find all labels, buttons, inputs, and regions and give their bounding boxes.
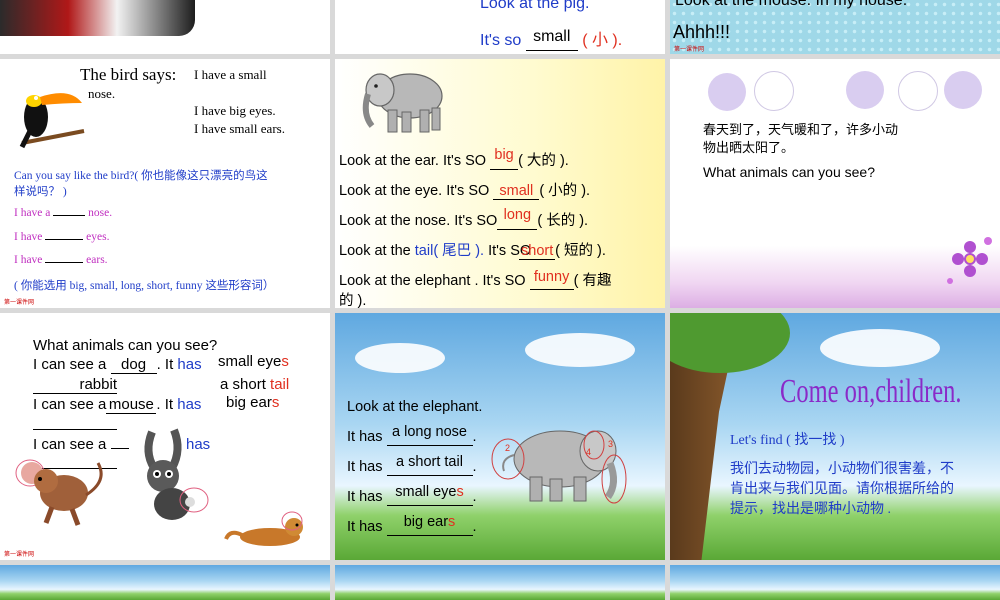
bird-line-3: I have small ears. xyxy=(194,121,285,136)
decor-circle-5 xyxy=(944,71,982,109)
slide4-logo: 第一课件网 xyxy=(4,299,35,306)
bird-says-title: The bird says: xyxy=(80,65,177,84)
elephant-row-2: Look at the eye. It's SO small( 小的 ). xyxy=(339,183,591,200)
decor-circle-4 xyxy=(898,71,938,111)
label-4: 4 xyxy=(586,447,592,457)
decor-circle-3 xyxy=(846,71,884,109)
fill-rabbit: rabbit xyxy=(79,376,117,393)
slide7-question: What animals can you see? xyxy=(33,337,218,354)
slide-6[interactable]: 春天到了，天气暖和了，许多小动 物出晒太阳了。 What animals can… xyxy=(670,59,1000,308)
elephant-labeled-illustration xyxy=(491,430,627,504)
bird-line-1b: nose. xyxy=(88,86,116,101)
slide8-row-3: It has small eyes. xyxy=(347,484,477,506)
fill-dog: dog xyxy=(121,356,147,373)
toucan-illustration xyxy=(19,93,85,149)
label-2: 2 xyxy=(505,443,511,453)
bird-line-2: I have big eyes. xyxy=(194,103,276,118)
spring-text-1: 春天到了，天气暖和了，许多小动 xyxy=(703,122,899,137)
slide-4[interactable]: The bird says: I have a small nose. I ha… xyxy=(0,59,330,308)
dog-illustration xyxy=(224,511,303,546)
lets-find: Let's find ( 找一找 ) xyxy=(730,433,845,448)
find-text-3: 提示，找出是哪种小动物 . xyxy=(730,502,891,517)
slide2-line2: It's so small ( 小 ). xyxy=(480,28,623,51)
slide-8[interactable]: Look at the elephant. It has a long nose… xyxy=(335,313,665,560)
mouse-illustration xyxy=(15,459,103,526)
come-on-title: Come on,children. xyxy=(780,373,962,410)
slide-10[interactable] xyxy=(0,565,330,600)
slide-2[interactable]: Look at the pig. It's so small ( 小 ). xyxy=(335,0,665,54)
slide7-logo: 第一课件网 xyxy=(4,551,35,558)
decor-circle-1 xyxy=(708,73,746,111)
bird-line-1: I have a small xyxy=(194,67,267,82)
slide2-fill: small xyxy=(533,28,571,45)
slide8-title: Look at the elephant. xyxy=(347,399,483,415)
slide3-line1: Look at the mouse. In my house. xyxy=(675,0,908,9)
flower-illustration xyxy=(947,237,992,284)
santa-photo xyxy=(0,0,195,36)
find-text-1: 我们去动物园，小动物们很害羞，不 xyxy=(730,462,954,477)
slide3-line2: Ahhh!!! xyxy=(673,22,731,42)
slide-5[interactable]: Look at the ear. It's SO big( 大的 ). Look… xyxy=(335,59,665,308)
slide-12[interactable] xyxy=(670,565,1000,600)
elephant-row-3: Look at the nose. It's SO long( 长的 ). xyxy=(339,207,589,230)
slide-11[interactable] xyxy=(335,565,665,600)
slide2-line1: Look at the pig. xyxy=(480,0,590,12)
slide7-short-tail: a short tail xyxy=(220,376,290,393)
slide-7[interactable]: What animals can you see? I can see a do… xyxy=(0,313,330,560)
fill-mouse: mouse xyxy=(108,396,154,413)
slide3-logo: 第一课件网 xyxy=(674,46,705,53)
elephant-row-1: Look at the ear. It's SO big( 大的 ). xyxy=(339,147,569,170)
fill-long: long xyxy=(503,207,532,223)
fill-short-tail: a short tail xyxy=(396,454,463,470)
slide7-row-3b xyxy=(33,417,117,434)
slide7-row-2: rabbit xyxy=(33,376,117,394)
fill-big: big xyxy=(494,147,514,163)
slide-9[interactable]: Come on,children. Let's find ( 找一找 ) 我们去… xyxy=(670,313,1000,560)
slide8-row-2: It has a short tail. xyxy=(347,454,477,476)
slide7-small-eyes: small eyes xyxy=(218,353,289,370)
slide8-row-1: It has a long nose. xyxy=(347,424,477,446)
practice-line-1: I have a nose. xyxy=(14,207,113,219)
fill-long-nose: a long nose xyxy=(392,424,467,440)
slide-3[interactable]: Look at the mouse. In my house. Ahhh!!! … xyxy=(670,0,1000,54)
tree-leaves xyxy=(670,313,790,373)
spring-text-2: 物出晒太阳了。 xyxy=(703,140,795,155)
slide8-row-4: It has big ears. xyxy=(347,514,477,536)
slide-1[interactable] xyxy=(0,0,330,54)
slide7-row-1: I can see a dog. It has xyxy=(33,356,202,374)
fill-big-ears: big ear xyxy=(403,514,449,530)
find-text-2: 肯出来与我们见面。请你根据所给的 xyxy=(730,482,954,497)
fill-short: short xyxy=(521,243,554,259)
slide6-question: What animals can you see? xyxy=(703,164,875,180)
practice-line-3: I have ears. xyxy=(14,254,108,266)
rabbit-illustration xyxy=(144,428,209,520)
fill-small-eyes: small eye xyxy=(395,484,457,500)
label-3: 3 xyxy=(608,439,614,449)
elephant-row-4: Look at the tail( 尾巴 ). It's SOshort( 短的… xyxy=(339,243,606,260)
slide7-row-3: I can see a mouse. It has xyxy=(33,396,202,414)
fill-small: small xyxy=(499,183,534,199)
bird-question-2: 样说吗？ ) xyxy=(14,186,67,198)
elephant-illustration xyxy=(362,73,443,133)
decor-circle-2 xyxy=(754,71,794,111)
elephant-row-5: Look at the elephant . It's SO funny( 有趣 xyxy=(339,269,612,290)
bird-question: Can you say like the bird?( 你也能像这只漂亮的鸟这 xyxy=(14,170,268,182)
adjective-hint: ( 你能选用 big, small, long, short, funny 这些… xyxy=(14,280,275,292)
practice-line-2: I have eyes. xyxy=(14,231,110,243)
elephant-row-5-end: 的 ). xyxy=(339,293,367,308)
fill-funny: funny xyxy=(533,269,570,285)
slide7-big-ears: big ears xyxy=(226,394,280,411)
